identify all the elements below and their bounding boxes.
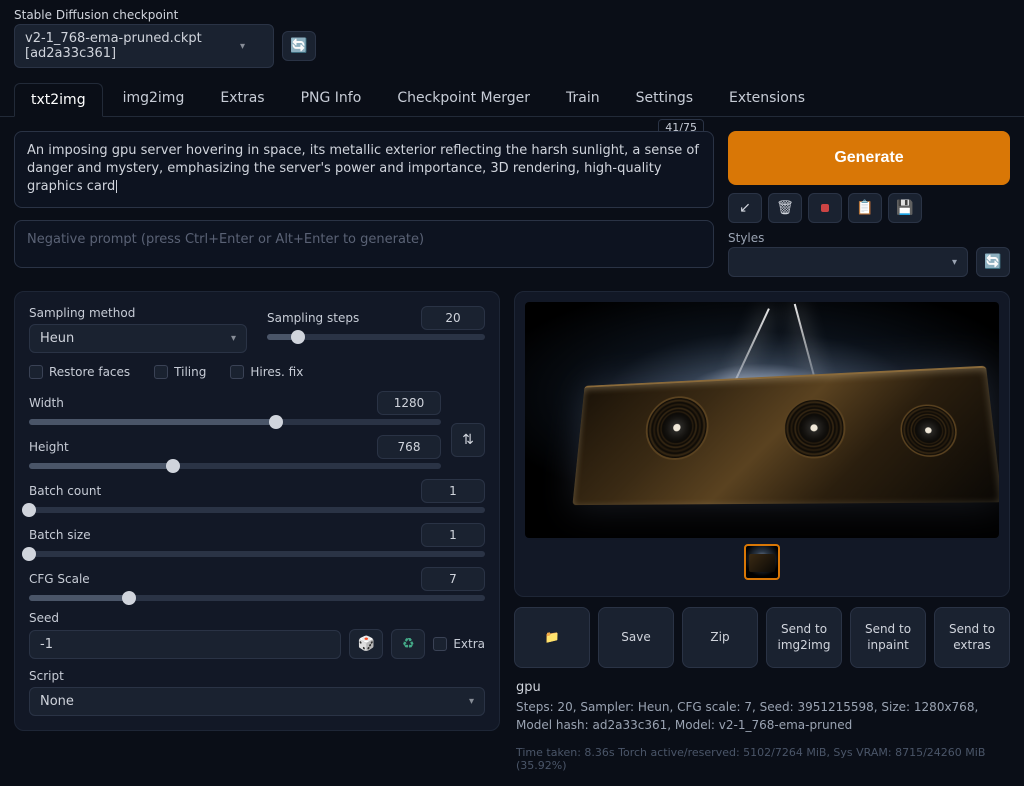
tab-settings[interactable]: Settings xyxy=(620,82,709,116)
sampling-method-select[interactable]: Heun ▾ xyxy=(29,324,247,353)
send-to-inpaint-button[interactable]: Send to inpaint xyxy=(850,607,926,668)
checkpoint-label: Stable Diffusion checkpoint xyxy=(14,8,1010,22)
styles-label: Styles xyxy=(728,231,968,245)
dice-icon[interactable]: 🎲 xyxy=(349,629,383,659)
refresh-checkpoint-button[interactable]: 🔄 xyxy=(282,31,316,61)
width-slider[interactable] xyxy=(29,419,441,425)
seed-label: Seed xyxy=(29,611,485,625)
batch-size-slider[interactable] xyxy=(29,551,485,557)
generated-image[interactable] xyxy=(525,302,999,538)
batch-size-label: Batch size xyxy=(29,528,91,542)
send-to-extras-button[interactable]: Send to extras xyxy=(934,607,1010,668)
send-to-img2img-button[interactable]: Send to img2img xyxy=(766,607,842,668)
height-slider[interactable] xyxy=(29,463,441,469)
seed-extra-checkbox[interactable]: Extra xyxy=(433,637,485,651)
checkpoint-value: v2-1_768-ema-pruned.ckpt [ad2a33c361] xyxy=(25,31,240,61)
batch-size-value[interactable]: 1 xyxy=(421,523,485,547)
styles-select[interactable]: ▾ xyxy=(728,247,968,277)
chevron-down-icon: ▾ xyxy=(240,41,245,52)
cfg-scale-slider[interactable] xyxy=(29,595,485,601)
generation-info: gpu Steps: 20, Sampler: Heun, CFG scale:… xyxy=(514,678,1010,734)
seed-input[interactable]: -1 xyxy=(29,630,341,659)
sampling-steps-label: Sampling steps xyxy=(267,311,359,325)
arrow-down-left-icon[interactable]: ↙ xyxy=(728,193,762,223)
tab-img2img[interactable]: img2img xyxy=(107,82,201,116)
generation-params-panel: Sampling method Heun ▾ Sampling steps 20 xyxy=(14,291,500,731)
chevron-down-icon: ▾ xyxy=(469,696,474,707)
refresh-styles-button[interactable]: 🔄 xyxy=(976,247,1010,277)
chevron-down-icon: ▾ xyxy=(231,333,236,344)
trash-icon[interactable]: 🗑 xyxy=(768,193,802,223)
negative-prompt-input[interactable]: Negative prompt (press Ctrl+Enter or Alt… xyxy=(14,220,714,268)
recycle-icon[interactable]: ♻ xyxy=(391,629,425,659)
performance-stats: Time taken: 8.36s Torch active/reserved:… xyxy=(514,744,1010,772)
folder-icon: 📁 xyxy=(545,630,560,646)
clipboard-icon[interactable]: 📋 xyxy=(848,193,882,223)
cfg-scale-value[interactable]: 7 xyxy=(421,567,485,591)
save-button[interactable]: Save xyxy=(598,607,674,668)
output-preview: ✕ xyxy=(514,291,1010,597)
swap-dimensions-button[interactable]: ⇅ xyxy=(451,423,485,457)
chevron-down-icon: ▾ xyxy=(952,257,957,268)
height-value[interactable]: 768 xyxy=(377,435,441,459)
tiling-checkbox[interactable]: Tiling xyxy=(154,365,206,379)
zip-button[interactable]: Zip xyxy=(682,607,758,668)
width-label: Width xyxy=(29,396,64,410)
prompt-text: An imposing gpu server hovering in space… xyxy=(27,143,699,194)
tab-extensions[interactable]: Extensions xyxy=(713,82,821,116)
cfg-scale-label: CFG Scale xyxy=(29,572,90,586)
restore-faces-checkbox[interactable]: Restore faces xyxy=(29,365,130,379)
generate-button[interactable]: Generate xyxy=(728,131,1010,185)
script-select[interactable]: None ▾ xyxy=(29,687,485,716)
sampling-steps-slider[interactable] xyxy=(267,334,485,340)
stop-icon[interactable] xyxy=(808,193,842,223)
batch-count-slider[interactable] xyxy=(29,507,485,513)
prompt-input[interactable]: An imposing gpu server hovering in space… xyxy=(14,131,714,208)
tab-extras[interactable]: Extras xyxy=(204,82,280,116)
batch-count-label: Batch count xyxy=(29,484,101,498)
sampling-steps-value[interactable]: 20 xyxy=(421,306,485,330)
hires-fix-checkbox[interactable]: Hires. fix xyxy=(230,365,303,379)
script-label: Script xyxy=(29,669,485,683)
text-cursor xyxy=(116,180,117,193)
tab-train[interactable]: Train xyxy=(550,82,616,116)
result-params: Steps: 20, Sampler: Heun, CFG scale: 7, … xyxy=(516,698,1008,734)
result-title: gpu xyxy=(516,678,1008,698)
open-folder-button[interactable]: 📁 xyxy=(514,607,590,668)
tab-txt2img[interactable]: txt2img xyxy=(14,83,103,117)
thumbnail[interactable] xyxy=(744,544,780,580)
main-tabs: txt2img img2img Extras PNG Info Checkpoi… xyxy=(0,72,1024,117)
height-label: Height xyxy=(29,440,69,454)
checkpoint-select[interactable]: v2-1_768-ema-pruned.ckpt [ad2a33c361] ▾ xyxy=(14,24,274,68)
negative-prompt-placeholder: Negative prompt (press Ctrl+Enter or Alt… xyxy=(27,232,424,247)
tab-pnginfo[interactable]: PNG Info xyxy=(285,82,378,116)
tab-checkpoint-merger[interactable]: Checkpoint Merger xyxy=(381,82,546,116)
batch-count-value[interactable]: 1 xyxy=(421,479,485,503)
sampling-method-label: Sampling method xyxy=(29,306,247,320)
width-value[interactable]: 1280 xyxy=(377,391,441,415)
save-icon[interactable]: 💾 xyxy=(888,193,922,223)
